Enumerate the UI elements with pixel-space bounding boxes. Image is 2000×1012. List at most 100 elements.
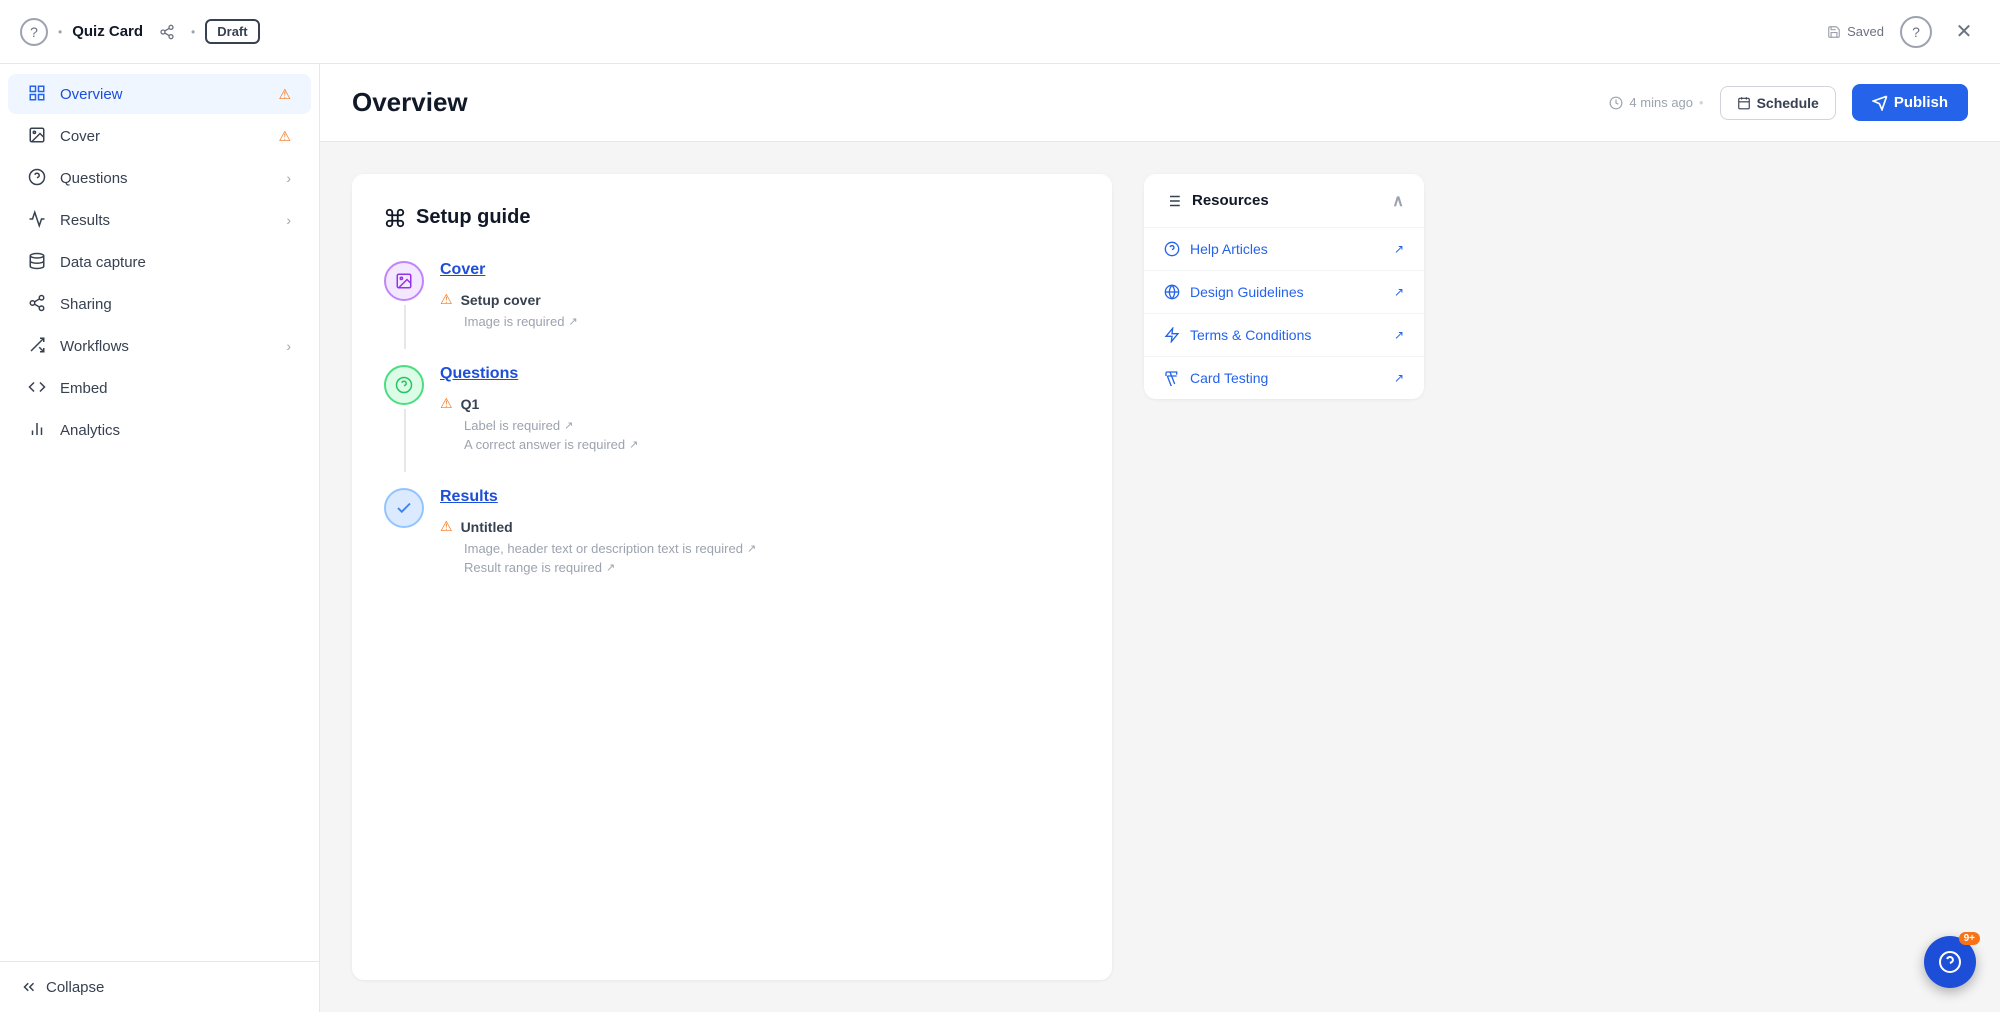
results-req-2[interactable]: Result range is required ↗ xyxy=(464,560,1080,575)
results-chevron: › xyxy=(286,212,291,228)
sidebar-item-embed[interactable]: Embed xyxy=(8,368,311,408)
results-section-name[interactable]: Results xyxy=(440,488,1080,506)
cover-sub-item: ⚠ Setup cover xyxy=(440,291,1080,308)
sidebar-item-cover[interactable]: Cover ⚠ xyxy=(8,116,311,156)
sidebar: Overview ⚠ Cover ⚠ Questions › xyxy=(0,64,320,1012)
flask-icon xyxy=(1164,369,1180,387)
terms-conditions-label: Terms & Conditions xyxy=(1190,327,1311,343)
terms-ext-icon: ↗ xyxy=(1394,328,1404,342)
card-testing-label: Card Testing xyxy=(1190,370,1268,386)
questions-sub-title: Q1 xyxy=(461,396,480,412)
content-area: Overview 4 mins ago • Schedule Publish xyxy=(320,64,2000,1012)
results-section-icon xyxy=(384,488,424,528)
time-ago: 4 mins ago xyxy=(1629,95,1693,110)
sidebar-item-sharing[interactable]: Sharing xyxy=(8,284,311,324)
setup-guide-title: Setup guide xyxy=(384,206,1080,229)
results-ext-link-2: ↗ xyxy=(606,561,615,574)
questions-req-1[interactable]: Label is required ↗ xyxy=(464,418,1080,433)
questions-section-name[interactable]: Questions xyxy=(440,365,1080,383)
content-header-right: 4 mins ago • Schedule Publish xyxy=(1609,84,1968,121)
setup-guide-card: Setup guide Cover ⚠ Setup cover I xyxy=(352,174,1112,980)
schedule-button[interactable]: Schedule xyxy=(1720,86,1836,120)
resource-item-card-testing[interactable]: Card Testing ↗ xyxy=(1144,356,1424,399)
zap-icon xyxy=(1164,326,1180,344)
cover-section-icon xyxy=(384,261,424,301)
data-capture-icon xyxy=(28,252,48,272)
cover-sub-title: Setup cover xyxy=(461,292,541,308)
results-sub-item: ⚠ Untitled xyxy=(440,518,1080,535)
publish-button[interactable]: Publish xyxy=(1852,84,1968,121)
setup-section-questions: Questions ⚠ Q1 Label is required ↗ A cor… xyxy=(384,365,1080,456)
topbar-left: ? • Quiz Card • Draft xyxy=(20,18,260,46)
resource-item-design[interactable]: Design Guidelines ↗ xyxy=(1144,270,1424,313)
cover-req-1[interactable]: Image is required ↗ xyxy=(464,314,1080,329)
analytics-label: Analytics xyxy=(60,422,291,439)
cover-warning: ⚠ xyxy=(278,128,291,145)
cover-section-name[interactable]: Cover xyxy=(440,261,1080,279)
topbar: ? • Quiz Card • Draft Saved ? ✕ xyxy=(0,0,2000,64)
design-guidelines-label: Design Guidelines xyxy=(1190,284,1304,300)
questions-chevron: › xyxy=(286,170,291,186)
embed-label: Embed xyxy=(60,380,291,397)
questions-req-2[interactable]: A correct answer is required ↗ xyxy=(464,437,1080,452)
results-sub-title: Untitled xyxy=(461,519,513,535)
sidebar-item-results[interactable]: Results › xyxy=(8,200,311,240)
content-scroll: Setup guide Cover ⚠ Setup cover I xyxy=(320,142,2000,1012)
share-icon[interactable] xyxy=(153,18,181,46)
topbar-right: Saved ? ✕ xyxy=(1827,16,1980,48)
page-title: Overview xyxy=(352,87,468,118)
topbar-separator: • xyxy=(58,25,62,39)
globe-icon xyxy=(1164,283,1180,301)
questions-sub-item: ⚠ Q1 xyxy=(440,395,1080,412)
sidebar-item-workflows[interactable]: Workflows › xyxy=(8,326,311,366)
workflows-label: Workflows xyxy=(60,338,274,355)
cover-icon xyxy=(28,126,48,146)
results-label: Results xyxy=(60,212,274,229)
overview-icon xyxy=(28,84,48,104)
collapse-label: Collapse xyxy=(46,979,104,996)
results-warning-icon: ⚠ xyxy=(440,518,453,535)
questions-label: Questions xyxy=(60,170,274,187)
cover-section-content: Cover ⚠ Setup cover Image is required ↗ xyxy=(440,261,1080,333)
draft-badge[interactable]: Draft xyxy=(205,19,259,44)
help-articles-label: Help Articles xyxy=(1190,241,1268,257)
sidebar-item-overview[interactable]: Overview ⚠ xyxy=(8,74,311,114)
float-help-button[interactable]: 9+ xyxy=(1924,936,1976,988)
embed-icon xyxy=(28,378,48,398)
questions-section-icon xyxy=(384,365,424,405)
results-req-1[interactable]: Image, header text or description text i… xyxy=(464,541,1080,556)
right-panel: Resources ∧ Help Articles ↗ xyxy=(1144,174,1424,980)
sidebar-item-analytics[interactable]: Analytics xyxy=(8,410,311,450)
results-ext-link-1: ↗ xyxy=(747,542,756,555)
sidebar-item-questions[interactable]: Questions › xyxy=(8,158,311,198)
resources-collapse-icon: ∧ xyxy=(1392,191,1404,211)
collapse-button[interactable]: Collapse xyxy=(20,978,299,996)
content-header: Overview 4 mins ago • Schedule Publish xyxy=(320,64,2000,142)
analytics-icon xyxy=(28,420,48,440)
saved-status: Saved xyxy=(1827,24,1884,39)
resources-title: Resources xyxy=(1192,192,1269,209)
workflows-chevron: › xyxy=(286,338,291,354)
results-icon xyxy=(28,210,48,230)
cover-warning-icon: ⚠ xyxy=(440,291,453,308)
help-icon[interactable]: ? xyxy=(20,18,48,46)
sidebar-item-data-capture[interactable]: Data capture xyxy=(8,242,311,282)
overview-label: Overview xyxy=(60,86,266,103)
resources-card: Resources ∧ Help Articles ↗ xyxy=(1144,174,1424,399)
resources-header[interactable]: Resources ∧ xyxy=(1144,174,1424,227)
resource-item-help[interactable]: Help Articles ↗ xyxy=(1144,227,1424,270)
topbar-title: Quiz Card xyxy=(72,23,143,40)
topbar-help2-icon[interactable]: ? xyxy=(1900,16,1932,48)
float-badge: 9+ xyxy=(1959,932,1980,945)
questions-ext-link-2: ↗ xyxy=(629,438,638,451)
cover-ext-link-icon: ↗ xyxy=(568,315,577,328)
close-icon[interactable]: ✕ xyxy=(1948,16,1980,48)
results-section-content: Results ⚠ Untitled Image, header text or… xyxy=(440,488,1080,579)
overview-warning: ⚠ xyxy=(278,86,291,103)
resource-item-terms[interactable]: Terms & Conditions ↗ xyxy=(1144,313,1424,356)
design-ext-icon: ↗ xyxy=(1394,285,1404,299)
questions-ext-link-1: ↗ xyxy=(564,419,573,432)
data-capture-label: Data capture xyxy=(60,254,291,271)
setup-section-results: Results ⚠ Untitled Image, header text or… xyxy=(384,488,1080,579)
questions-icon xyxy=(28,168,48,188)
